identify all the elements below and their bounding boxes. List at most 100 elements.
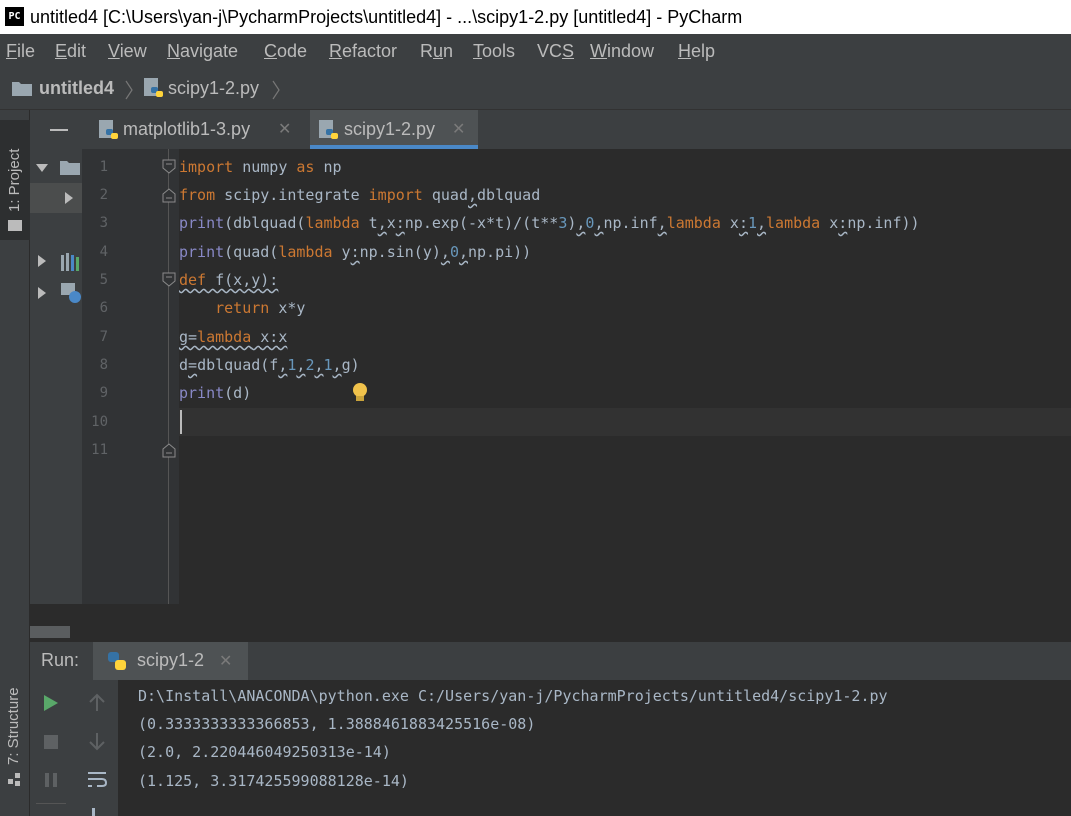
tab-label: matplotlib1-3.py [123, 119, 251, 139]
arrow-up-icon[interactable] [86, 692, 108, 714]
left-tool-strip: 1: Project 7: Structure [0, 110, 30, 816]
menu-view-mnemonic: V [108, 41, 120, 61]
soft-wrap-icon[interactable] [86, 769, 108, 791]
menu-view[interactable]: View [108, 34, 147, 68]
gutter-divider [168, 149, 169, 604]
run-label: Run: [41, 650, 80, 670]
editor-tab-bar: matplotlib1-3.py ✕ scipy1-2.py ✕ [82, 110, 1071, 149]
code-line-1[interactable]: import numpy as np [179, 153, 342, 181]
menu-vcs-pre: VC [537, 41, 563, 61]
code-line-3[interactable]: print(dblquad(lambda t,x:np.exp(-x*t)/(t… [179, 209, 920, 237]
menu-run-pre: R [420, 41, 433, 61]
menu-navigate[interactable]: Navigate [167, 34, 238, 68]
editor-gutter: 1 2 3 4 5 6 7 8 9 10 11 [82, 149, 179, 604]
python-file-icon [99, 120, 118, 139]
console-line: (0.3333333333366853, 1.3888461883425516e… [138, 715, 536, 733]
run-icon[interactable] [40, 692, 62, 714]
run-config-label: scipy1-2 [137, 650, 205, 670]
menu-view-label: iew [119, 41, 147, 61]
breadcrumb: untitled4 scipy1-2.py [0, 68, 1071, 110]
line-number: 7 [99, 329, 108, 345]
text-caret [180, 410, 182, 434]
code-line-4[interactable]: print(quad(lambda y:np.sin(y),0,np.pi)) [179, 238, 531, 266]
close-icon[interactable]: ✕ [278, 110, 291, 149]
caret-row-highlight [179, 408, 1071, 436]
menu-run-mnemonic: u [433, 41, 444, 61]
chevron-down-icon[interactable] [35, 161, 49, 175]
line-number: 3 [99, 215, 108, 231]
pause-icon[interactable] [40, 769, 62, 791]
menu-navigate-mnemonic: N [167, 41, 180, 61]
menu-refactor[interactable]: Refactor [329, 34, 397, 68]
menu-vcs[interactable]: VCS [537, 34, 574, 68]
console-line: (1.125, 3.317425599088128e-14) [138, 772, 409, 790]
chevron-right-icon [272, 80, 280, 100]
menu-code-label: ode [277, 41, 308, 61]
line-number: 2 [99, 187, 108, 203]
fold-icon[interactable] [162, 187, 176, 203]
minimize-icon[interactable] [50, 129, 68, 131]
code-line-5[interactable]: def f(x,y): [179, 266, 278, 294]
run-toolbar [30, 680, 118, 816]
horizontal-scrollbar[interactable] [30, 626, 70, 638]
folder-icon [60, 161, 80, 175]
line-number: 5 [99, 272, 108, 288]
editor-scroll-area [30, 604, 1071, 642]
close-icon[interactable]: ✕ [219, 651, 232, 671]
menu-run-label: n [443, 41, 454, 61]
fold-icon[interactable] [162, 159, 176, 175]
menu-bar: File Edit View Navigate Code Refactor Ru… [0, 34, 1071, 68]
stop-icon[interactable] [40, 731, 62, 753]
fold-icon[interactable] [162, 272, 176, 288]
menu-file[interactable]: File [6, 34, 35, 68]
project-panel [30, 110, 82, 642]
tab-project[interactable]: 1: Project [0, 120, 30, 240]
menu-help[interactable]: Help [678, 34, 715, 68]
python-icon [108, 652, 126, 670]
menu-window-mnemonic: W [590, 41, 607, 61]
console-line: D:\Install\ANACONDA\python.exe C:/Users/… [138, 687, 888, 705]
menu-code[interactable]: Code [264, 34, 307, 68]
code-line-2[interactable]: from scipy.integrate import quad,dblquad [179, 181, 540, 209]
line-number: 6 [99, 300, 108, 316]
code-line-9[interactable]: print(d) [179, 379, 251, 407]
tab-run-config[interactable]: scipy1-2 ✕ [93, 642, 248, 680]
menu-vcs-mnemonic: S [562, 41, 575, 61]
chevron-right-icon[interactable] [35, 286, 49, 300]
menu-tools-label: ools [482, 41, 516, 61]
tab-structure-label: 7: Structure [5, 687, 22, 765]
toolbar-divider [36, 803, 66, 804]
lightbulb-icon[interactable] [351, 382, 369, 404]
code-line-6[interactable]: return x*y [179, 294, 305, 322]
menu-run[interactable]: Run [420, 34, 453, 68]
code-editor[interactable]: import numpy as np from scipy.integrate … [179, 149, 1071, 604]
code-line-8[interactable]: d=dblquad(f,1,2,1,g) [179, 351, 360, 379]
chevron-right-icon[interactable] [35, 254, 49, 268]
run-console[interactable]: D:\Install\ANACONDA\python.exe C:/Users/… [118, 680, 1071, 816]
line-number: 8 [99, 357, 108, 373]
window-title: untitled4 [C:\Users\yan-j\PycharmProject… [30, 7, 743, 27]
arrow-down-icon[interactable] [86, 730, 108, 752]
menu-navigate-label: avigate [180, 41, 239, 61]
breadcrumb-project[interactable]: untitled4 [39, 78, 114, 99]
menu-tools-mnemonic: T [473, 41, 482, 61]
menu-window[interactable]: Window [590, 34, 654, 68]
line-number: 11 [91, 442, 108, 458]
scroll-to-end-icon[interactable] [86, 808, 102, 816]
project-tree-selected-row[interactable] [30, 183, 82, 213]
menu-help-mnemonic: H [678, 41, 691, 61]
tab-structure[interactable]: 7: Structure [0, 670, 30, 790]
tab-scipy1-2[interactable]: scipy1-2.py ✕ [310, 110, 478, 149]
menu-edit[interactable]: Edit [55, 34, 86, 68]
menu-tools[interactable]: Tools [473, 34, 515, 68]
line-number: 9 [99, 385, 108, 401]
close-icon[interactable]: ✕ [452, 110, 465, 149]
menu-help-label: elp [691, 41, 716, 61]
menu-edit-label: dit [67, 41, 87, 61]
fold-icon[interactable] [162, 442, 176, 458]
window-title-bar: PC untitled4 [C:\Users\yan-j\PycharmProj… [0, 0, 1071, 34]
tab-matplotlib1-3[interactable]: matplotlib1-3.py ✕ [92, 110, 302, 149]
pycharm-logo-icon: PC [5, 7, 24, 26]
breadcrumb-file[interactable]: scipy1-2.py [168, 78, 259, 99]
code-line-7[interactable]: g=lambda x:x [179, 323, 287, 351]
